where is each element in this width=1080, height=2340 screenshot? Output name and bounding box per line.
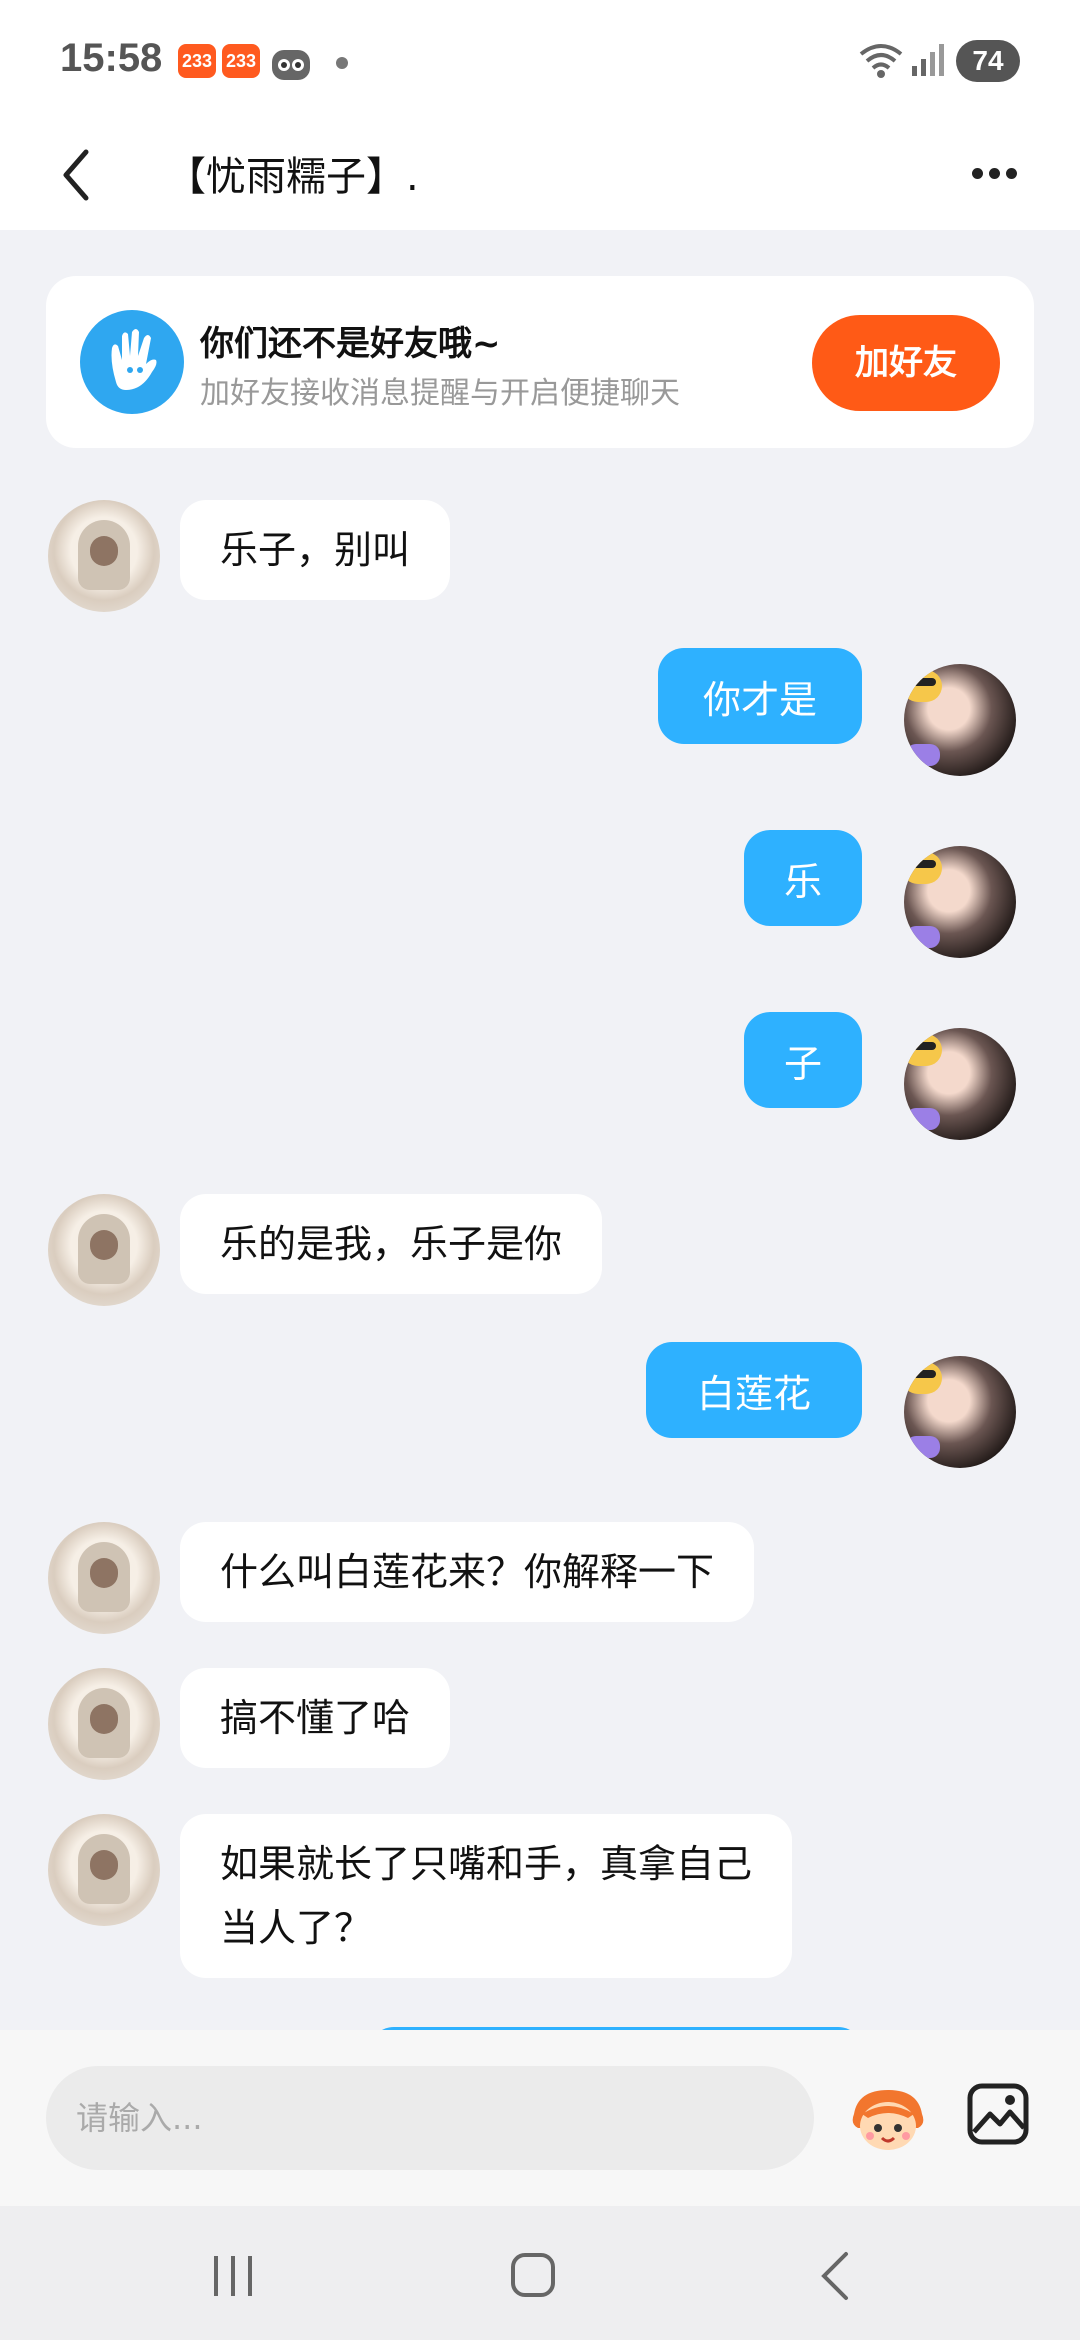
system-nav-bar	[0, 2206, 1080, 2340]
my-avatar[interactable]	[904, 846, 1016, 958]
message-input-bar	[0, 2030, 1080, 2206]
contact-avatar[interactable]	[48, 1522, 160, 1634]
add-friend-button[interactable]: 加好友	[812, 315, 1000, 411]
message-line: 如果就长了只嘴和手，真拿自己	[220, 1842, 753, 1886]
wifi-icon	[859, 44, 903, 78]
banner-title: 你们还不是好友哦~	[200, 324, 501, 364]
outgoing-message-bubble[interactable]: 白莲花	[646, 1342, 862, 1438]
status-time: 15:58	[60, 36, 163, 80]
contact-avatar[interactable]	[48, 500, 160, 612]
notification-badge: 233	[178, 44, 216, 78]
more-dots-icon[interactable]	[972, 162, 1028, 186]
contact-avatar[interactable]	[48, 1814, 160, 1926]
image-icon[interactable]	[966, 2082, 1030, 2146]
battery-level: 74	[956, 40, 1020, 82]
incoming-message-bubble[interactable]: 搞不懂了哈	[180, 1668, 451, 1768]
chat-title: 【忧雨糯子】.	[166, 154, 419, 200]
incoming-message-bubble[interactable]: 乐的是我，乐子是你	[180, 1194, 603, 1294]
message-input[interactable]	[46, 2066, 814, 2170]
outgoing-message-bubble[interactable]: 你才是	[658, 648, 862, 744]
recents-icon[interactable]	[208, 2254, 258, 2298]
my-avatar[interactable]	[904, 664, 1016, 776]
incoming-message-bubble[interactable]: 乐子，别叫	[180, 500, 451, 600]
banner-subtitle: 加好友接收消息提醒与开启便捷聊天	[200, 376, 680, 411]
back-icon[interactable]	[818, 2250, 854, 2302]
incoming-message-bubble[interactable]: 如果就长了只嘴和手，真拿自己 当人了？	[180, 1814, 793, 1978]
home-icon[interactable]	[510, 2252, 556, 2298]
outgoing-message-bubble[interactable]: 乐	[744, 830, 862, 926]
chat-header: 【忧雨糯子】.	[0, 122, 1080, 230]
wave-hand-icon	[80, 310, 184, 414]
my-avatar[interactable]	[904, 1356, 1016, 1468]
outgoing-message-bubble[interactable]: 子	[744, 1012, 862, 1108]
incoming-message-bubble[interactable]: 什么叫白莲花来？你解释一下	[180, 1522, 755, 1622]
contact-avatar[interactable]	[48, 1668, 160, 1780]
signal-icon	[912, 44, 944, 76]
chevron-left-icon[interactable]	[56, 140, 96, 210]
mascot-emoji-icon[interactable]	[848, 2084, 928, 2154]
status-bar: 15:58 233 233 74	[0, 0, 1080, 122]
dot-icon	[336, 57, 348, 69]
contact-avatar[interactable]	[48, 1194, 160, 1306]
robot-icon	[272, 50, 310, 80]
my-avatar[interactable]	[904, 1028, 1016, 1140]
friend-request-banner: 你们还不是好友哦~ 加好友接收消息提醒与开启便捷聊天 加好友	[46, 276, 1034, 448]
message-line: 当人了？	[220, 1906, 373, 1950]
notification-badge: 233	[222, 44, 260, 78]
